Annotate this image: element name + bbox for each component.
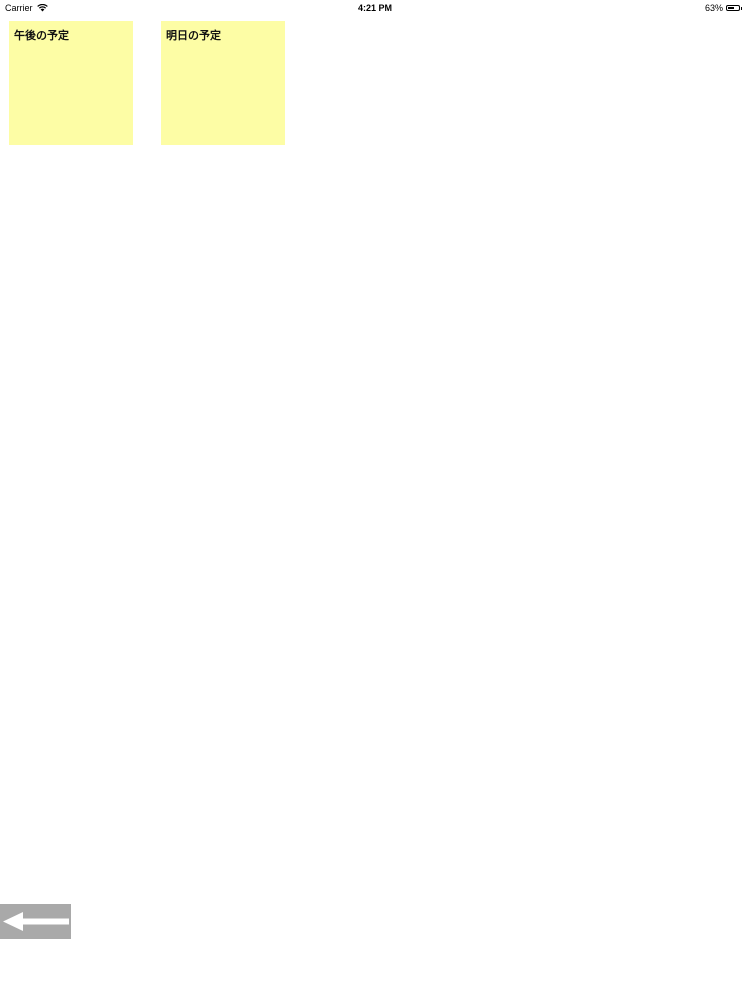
- status-bar: Carrier 4:21 PM 63%: [0, 0, 750, 16]
- sticky-note-afternoon[interactable]: 午後の予定: [9, 21, 133, 145]
- left-arrow-icon: [0, 904, 71, 939]
- note-title: 明日の予定: [166, 29, 221, 42]
- status-right: 63%: [705, 3, 742, 13]
- sticky-note-tomorrow[interactable]: 明日の予定: [161, 21, 285, 145]
- back-button[interactable]: [0, 904, 71, 939]
- status-time: 4:21 PM: [357, 3, 392, 13]
- app-screen: Carrier 4:21 PM 63% 午後の予定 明日の予定: [0, 0, 750, 1000]
- note-title: 午後の予定: [14, 29, 69, 42]
- battery-percent: 63%: [704, 3, 723, 13]
- battery-icon: [726, 5, 742, 11]
